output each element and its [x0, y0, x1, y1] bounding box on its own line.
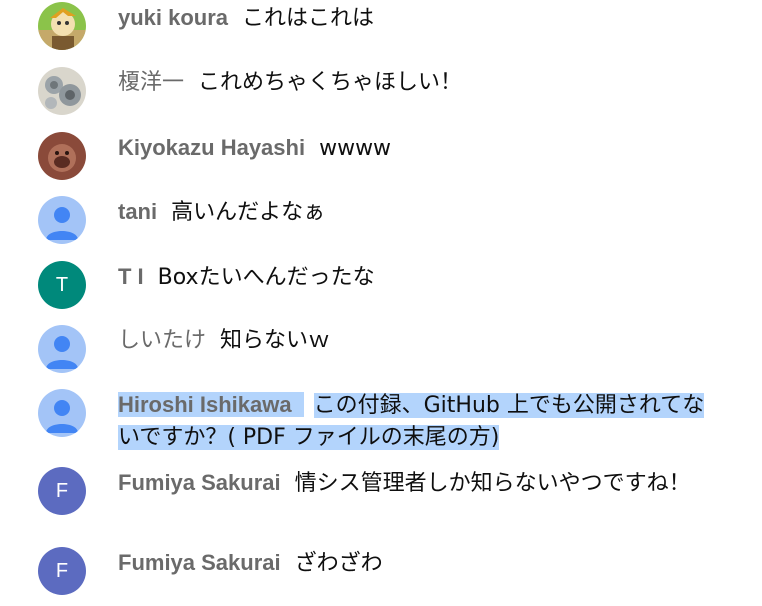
message-text: wwww: [319, 136, 392, 161]
message-body: yuki koura これはこれは: [118, 2, 748, 35]
message-text: ざわざわ: [294, 551, 383, 576]
message-body: Fumiya Sakurai 情シス管理者しか知らないやつですね！: [118, 467, 718, 500]
avatar-letter: F: [55, 480, 69, 502]
live-chat-list: yuki koura これはこれは 榎洋一 これめちゃくちゃほしい！ Kiyok…: [0, 0, 762, 606]
message-body: 榎洋一 これめちゃくちゃほしい！: [118, 67, 748, 99]
message-body: Fumiya Sakurai ざわざわ: [118, 547, 748, 580]
author-name[interactable]: yuki koura: [118, 5, 228, 30]
message-body: しいたけ 知らないｗ: [118, 325, 748, 357]
avatar-letter: F: [55, 560, 69, 582]
avatar[interactable]: [38, 2, 86, 50]
default-avatar-icon[interactable]: [38, 325, 86, 373]
message-body: Hiroshi Ishikawa この付録、GitHub 上でも公開されてないです…: [118, 389, 718, 454]
author-name[interactable]: Hiroshi Ishikawa: [118, 392, 304, 417]
message-body: Kiyokazu Hayashi wwww: [118, 132, 748, 165]
default-avatar-icon[interactable]: [38, 196, 86, 244]
message-text: これめちゃくちゃほしい！: [198, 70, 463, 95]
message-body: tani 高いんだよなぁ: [118, 196, 748, 229]
avatar[interactable]: [38, 67, 86, 115]
message-text: Boxたいへんだったな: [157, 265, 375, 290]
avatar[interactable]: F: [38, 547, 86, 595]
author-name[interactable]: しいたけ: [118, 328, 206, 353]
author-name[interactable]: 榎洋一: [118, 70, 184, 95]
avatar[interactable]: [38, 132, 86, 180]
avatar[interactable]: T: [38, 261, 86, 309]
avatar-letter: T: [55, 274, 69, 296]
author-name[interactable]: T I: [118, 264, 144, 289]
author-name[interactable]: Kiyokazu Hayashi: [118, 135, 305, 160]
message-body: T I Boxたいへんだったな: [118, 261, 748, 294]
author-name[interactable]: Fumiya Sakurai: [118, 470, 281, 495]
avatar[interactable]: F: [38, 467, 86, 515]
message-text: 高いんだよなぁ: [171, 200, 326, 225]
message-text: 知らないｗ: [220, 328, 331, 353]
message-text: これはこれは: [242, 6, 375, 31]
message-text: 情シス管理者しか知らないやつですね！: [294, 471, 691, 496]
default-avatar-icon[interactable]: [38, 389, 86, 437]
author-name[interactable]: Fumiya Sakurai: [118, 550, 281, 575]
author-name[interactable]: tani: [118, 199, 157, 224]
